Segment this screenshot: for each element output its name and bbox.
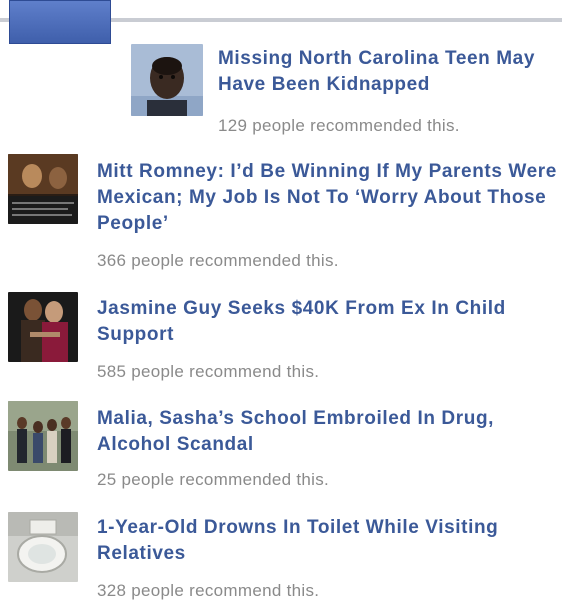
- recommend-count: 585 people recommend this.: [97, 362, 320, 381]
- article-thumbnail[interactable]: [8, 512, 78, 582]
- article-title-link[interactable]: Jasmine Guy Seeks $40K From Ex In Child …: [97, 296, 537, 348]
- article-thumbnail[interactable]: [8, 401, 78, 471]
- recommend-count: 328 people recommend this.: [97, 581, 320, 600]
- video-still-photo-icon: [8, 154, 78, 224]
- article-title-link[interactable]: Mitt Romney: I’d Be Winning If My Parent…: [97, 159, 559, 237]
- family-walking-photo-icon: [8, 401, 78, 471]
- toilet-photo-icon: [8, 512, 78, 582]
- article-title-link[interactable]: Missing North Carolina Teen May Have Bee…: [218, 46, 548, 98]
- header-tab[interactable]: [9, 0, 111, 44]
- article-thumbnail[interactable]: [8, 154, 78, 224]
- article-title-link[interactable]: 1-Year-Old Drowns In Toilet While Visiti…: [97, 515, 537, 567]
- recommend-count: 25 people recommended this.: [97, 470, 330, 489]
- article-title-link[interactable]: Malia, Sasha’s School Embroiled In Drug,…: [97, 406, 559, 458]
- article-thumbnail[interactable]: [8, 292, 78, 362]
- couple-photo-icon: [8, 292, 78, 362]
- article-thumbnail[interactable]: [131, 44, 203, 116]
- recommend-count: 366 people recommended this.: [97, 251, 339, 270]
- portrait-photo-icon: [131, 44, 203, 116]
- recommend-count: 129 people recommended this.: [218, 116, 460, 135]
